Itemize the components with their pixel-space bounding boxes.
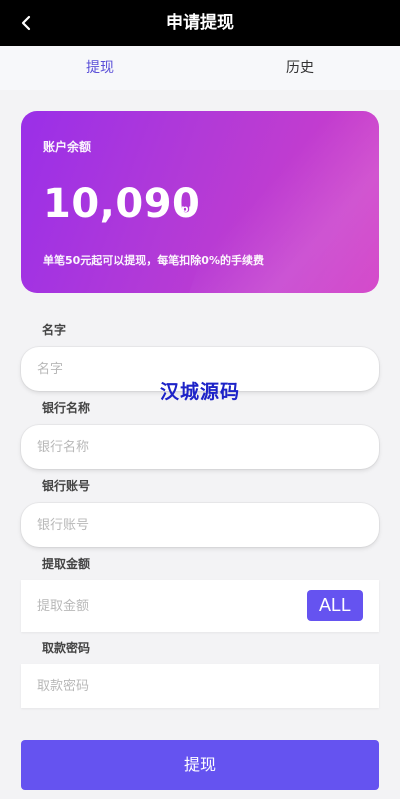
bank-account-label: 银行账号 <box>42 479 91 493</box>
header-bar: 申请提现 <box>0 0 400 46</box>
password-label: 取款密码 <box>42 641 91 655</box>
tab-history[interactable]: 历史 <box>200 46 400 90</box>
amount-label: 提取金额 <box>42 557 91 571</box>
bank-name-label: 银行名称 <box>42 401 91 415</box>
password-input[interactable] <box>21 664 379 708</box>
withdraw-page: 申请提现 提现 历史 账户余额 10,090 грн 单笔50元起可以提现，每笔… <box>0 0 400 799</box>
name-label: 名字 <box>42 323 67 337</box>
bank-account-input[interactable] <box>21 503 379 547</box>
all-amount-button[interactable]: ALL <box>307 590 363 621</box>
tab-withdraw[interactable]: 提现 <box>0 46 200 90</box>
currency-unit: грн <box>176 204 196 215</box>
tab-bar: 提现 历史 <box>0 46 400 90</box>
balance-label: 账户余额 <box>43 140 92 154</box>
balance-card: 账户余额 10,090 грн 单笔50元起可以提现，每笔扣除0%的手续费 <box>21 111 379 293</box>
withdraw-note: 单笔50元起可以提现，每笔扣除0%的手续费 <box>43 254 264 267</box>
submit-withdraw-button[interactable]: 提现 <box>21 740 379 790</box>
bank-name-input[interactable] <box>21 425 379 469</box>
page-title: 申请提现 <box>166 13 234 33</box>
